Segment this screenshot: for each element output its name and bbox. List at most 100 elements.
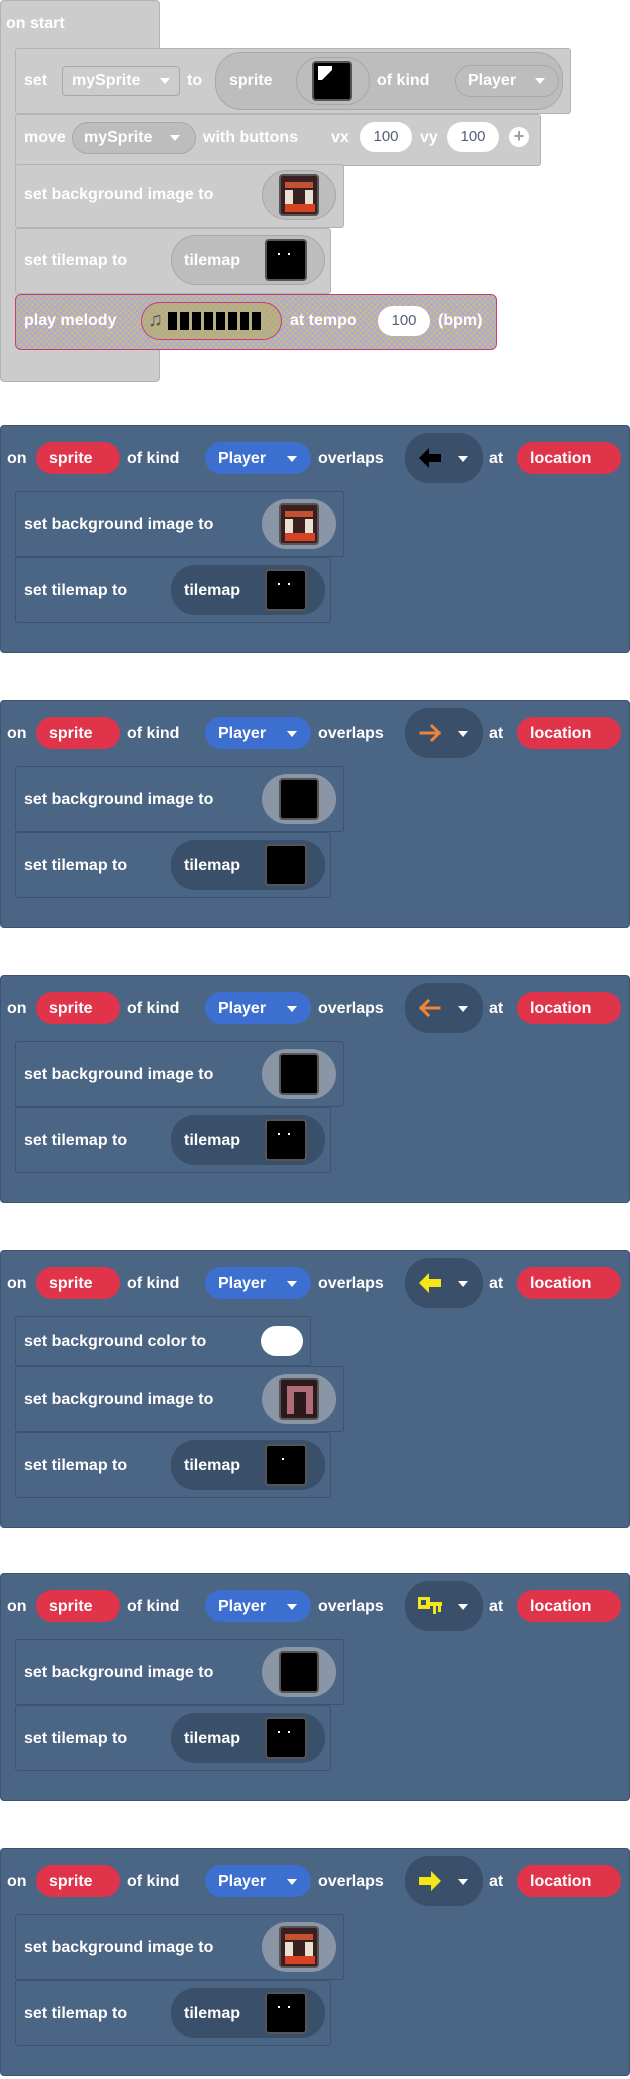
chevron-down-icon [287, 456, 297, 462]
melody-bar [180, 312, 189, 330]
set-background-image-label: set background image to [24, 1939, 214, 1956]
location-variable-label: location [530, 725, 592, 742]
of-kind-label: of kind [127, 1000, 180, 1017]
set-background-image-label: set background image to [24, 1391, 214, 1408]
set-tilemap-label: set tilemap to [24, 1132, 128, 1149]
overlaps-label: overlaps [318, 450, 384, 467]
right-arrow-yellow-icon [419, 1871, 441, 1891]
background-image-thumbnail [279, 1378, 319, 1420]
variable-dropdown-label: mySprite [72, 72, 141, 89]
tilemap-thumbnail [265, 239, 307, 281]
vy-label: vy [420, 129, 438, 146]
chevron-down-icon [170, 135, 180, 141]
tilemap-thumbnail [265, 1992, 307, 2034]
of-kind-label: of kind [127, 1598, 180, 1615]
music-note-icon: ♫ [148, 309, 163, 331]
tempo-input[interactable]: 100 [378, 306, 430, 336]
bpm-label: (bpm) [438, 312, 483, 329]
add-icon[interactable]: + [509, 127, 529, 147]
move-label: move [24, 129, 66, 146]
overlaps-label: overlaps [318, 1275, 384, 1292]
melody-bar [192, 312, 201, 330]
variable-dropdown-label: mySprite [84, 129, 153, 146]
background-image-thumbnail [279, 1926, 319, 1968]
on-start-label: on start [6, 15, 65, 32]
tilemap-thumbnail [265, 1717, 307, 1759]
at-label: at [489, 1598, 504, 1615]
sprite-variable-label: sprite [49, 1598, 93, 1615]
on-label: on [7, 1598, 27, 1615]
chevron-down-icon [160, 78, 170, 84]
vy-input[interactable]: 100 [447, 122, 499, 152]
of-kind-label: of kind [127, 450, 180, 467]
melody-bar [204, 312, 213, 330]
tilemap-reporter-label: tilemap [184, 582, 241, 599]
on-label: on [7, 1275, 27, 1292]
tilemap-thumbnail [265, 569, 307, 611]
key-yellow-icon [418, 1597, 442, 1614]
kind-dropdown-label: Player [218, 1873, 267, 1890]
location-variable-label: location [530, 450, 592, 467]
tilemap-thumbnail [265, 1119, 307, 1161]
chevron-down-icon [458, 456, 468, 462]
overlaps-label: overlaps [318, 1873, 384, 1890]
set-tilemap-label: set tilemap to [24, 1457, 128, 1474]
chevron-down-icon [535, 78, 545, 84]
play-melody-label: play melody [24, 312, 117, 329]
set-background-image-label: set background image to [24, 516, 214, 533]
of-kind-label: of kind [127, 725, 180, 742]
tilemap-reporter-label: tilemap [184, 857, 241, 874]
chevron-down-icon [458, 731, 468, 737]
chevron-down-icon [458, 1879, 468, 1885]
overlaps-label: overlaps [318, 1598, 384, 1615]
color-picker[interactable] [261, 1326, 303, 1356]
set-background-image-label: set background image to [24, 1066, 214, 1083]
set-background-color-label: set background color to [24, 1333, 207, 1350]
to-label: to [187, 72, 203, 89]
at-label: at [489, 725, 504, 742]
sprite-variable-label: sprite [49, 725, 93, 742]
at-label: at [489, 1275, 504, 1292]
left-arrow-black-icon [419, 448, 441, 468]
chevron-down-icon [458, 1604, 468, 1610]
location-variable-label: location [530, 1598, 592, 1615]
background-image-thumbnail [279, 1651, 319, 1693]
vx-input[interactable]: 100 [360, 122, 412, 152]
chevron-down-icon [458, 1006, 468, 1012]
set-tilemap-label: set tilemap to [24, 857, 128, 874]
tilemap-thumbnail [265, 1444, 307, 1486]
chevron-down-icon [287, 1281, 297, 1287]
kind-dropdown-label: Player [218, 1275, 267, 1292]
tilemap-reporter-label: tilemap [184, 1132, 241, 1149]
set-label: set [24, 72, 48, 89]
set-tilemap-label: set tilemap to [24, 1730, 128, 1747]
tilemap-reporter-label: tilemap [184, 1730, 241, 1747]
with-buttons-label: with buttons [203, 129, 299, 146]
left-arrow-yellow-icon [419, 1273, 441, 1293]
on-label: on [7, 1873, 27, 1890]
location-variable-label: location [530, 1873, 592, 1890]
chevron-down-icon [287, 1879, 297, 1885]
chevron-down-icon [458, 1281, 468, 1287]
right-arrow-orange-icon [419, 723, 442, 743]
background-image-thumbnail [279, 174, 319, 216]
melody-bar [228, 312, 237, 330]
vx-label: vx [331, 129, 349, 146]
at-label: at [489, 450, 504, 467]
melody-bar [168, 312, 177, 330]
on-label: on [7, 725, 27, 742]
sprite-image-icon [318, 66, 332, 80]
overlaps-label: overlaps [318, 1000, 384, 1017]
set-background-image-label: set background image to [24, 1664, 214, 1681]
melody-bar [240, 312, 249, 330]
set-tilemap-label: set tilemap to [24, 2005, 128, 2022]
set-background-image-label: set background image to [24, 186, 214, 203]
sprite-variable-label: sprite [49, 450, 93, 467]
kind-dropdown-label: Player [218, 1598, 267, 1615]
of-kind-label: of kind [377, 72, 430, 89]
melody-bar [252, 312, 261, 330]
set-background-image-label: set background image to [24, 791, 214, 808]
at-label: at [489, 1000, 504, 1017]
kind-dropdown-label: Player [218, 450, 267, 467]
background-image-thumbnail [279, 778, 319, 820]
